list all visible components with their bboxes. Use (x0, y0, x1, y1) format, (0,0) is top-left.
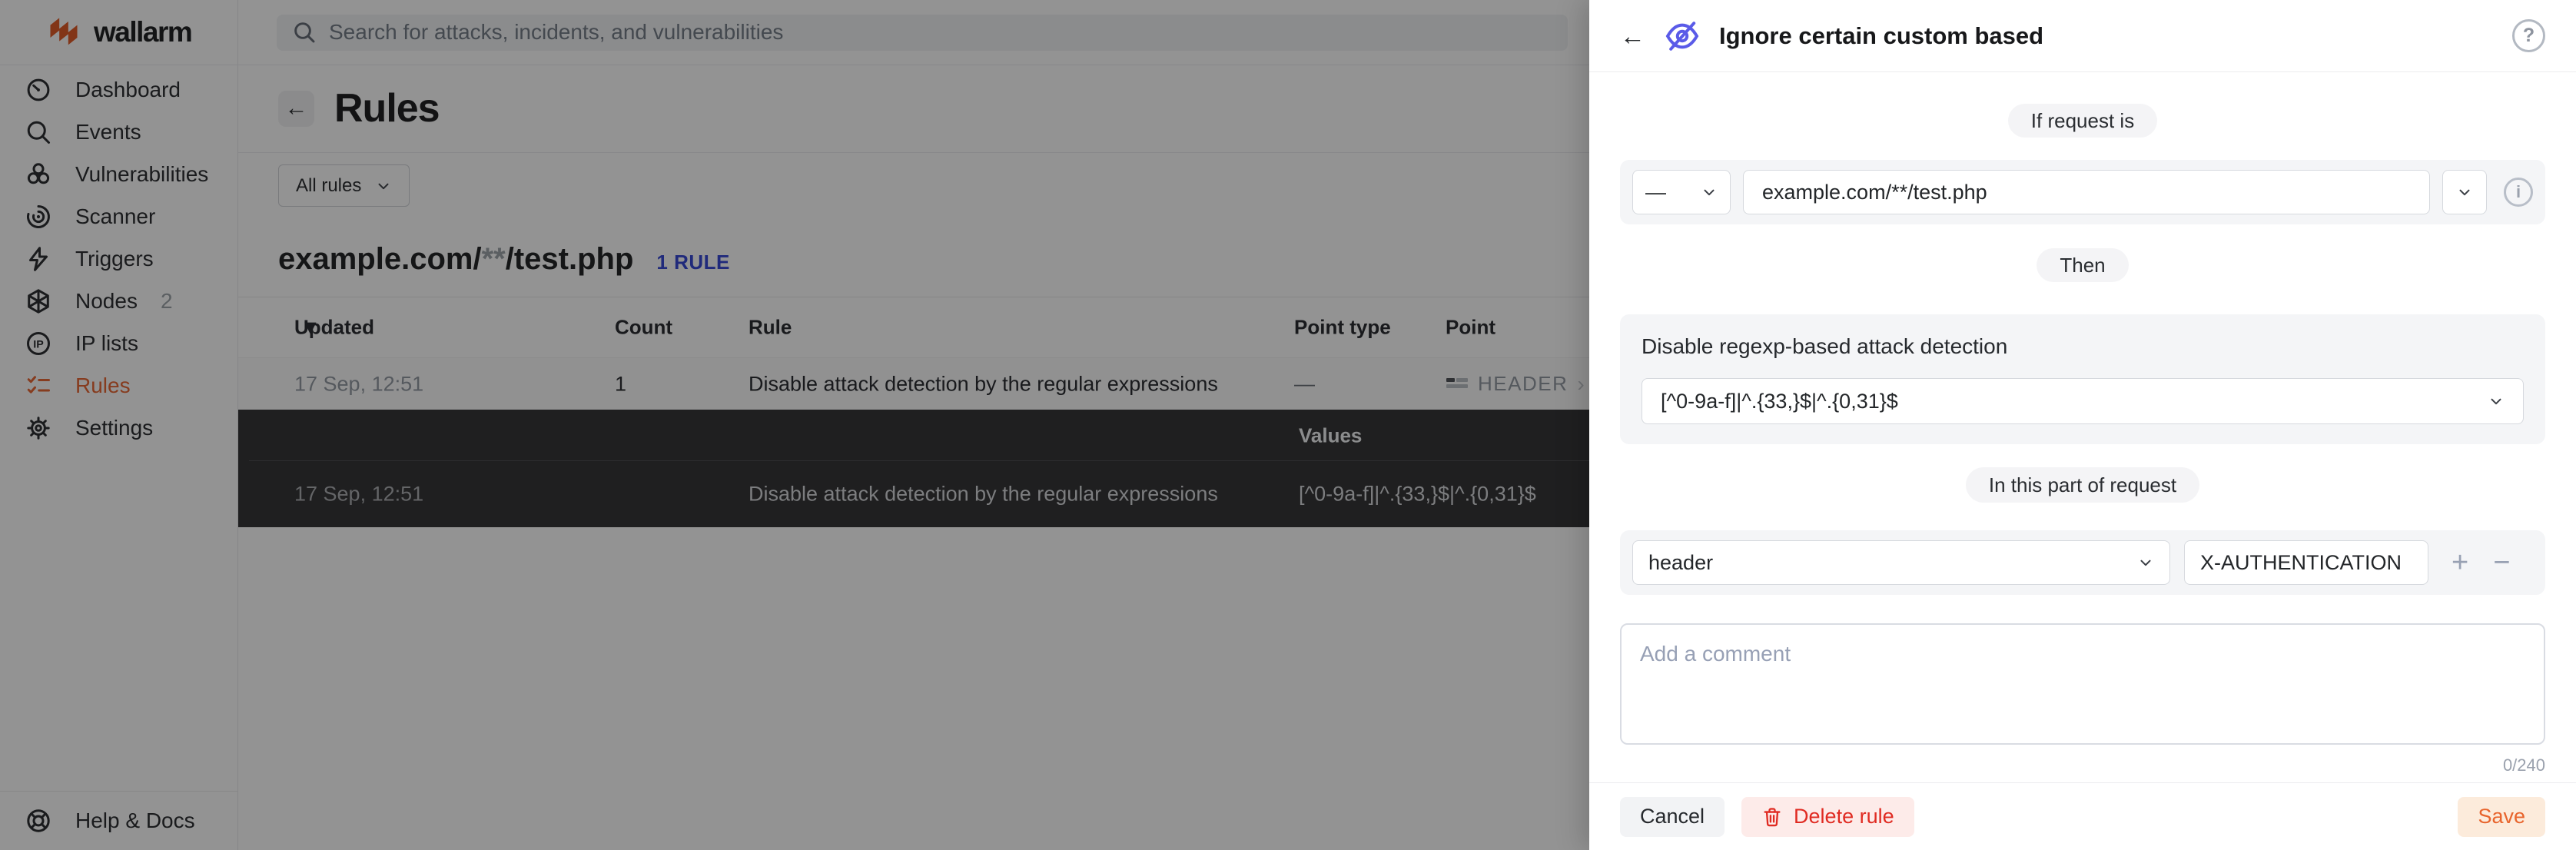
chevron-down-icon (2488, 393, 2505, 410)
trash-icon (1761, 806, 1783, 828)
action-card: Disable regexp-based attack detection [^… (1620, 314, 2545, 444)
rule-edit-panel: ← Ignore certain custom based ? If reque… (1589, 0, 2576, 850)
panel-body: If request is — i Then Disable regexp-ba… (1589, 72, 2576, 782)
help-icon[interactable]: ? (2512, 19, 2545, 52)
request-part-card: header + − (1620, 530, 2545, 595)
cancel-button[interactable]: Cancel (1620, 797, 1725, 837)
chevron-down-icon (1701, 184, 1718, 201)
part-type-value: header (1648, 551, 1713, 575)
section-chip-request-part: In this part of request (1966, 467, 2199, 503)
part-row-actions: + − (2452, 548, 2510, 577)
panel-header: ← Ignore certain custom based ? (1589, 0, 2576, 72)
remove-part-button[interactable]: − (2493, 548, 2510, 577)
condition-operator-select[interactable]: — (1632, 170, 1731, 214)
operator-value: — (1645, 181, 1666, 204)
comment-section: 0/240 (1620, 623, 2545, 775)
part-type-select[interactable]: header (1632, 540, 2170, 585)
chevron-down-icon (2137, 554, 2154, 571)
panel-title: Ignore certain custom based (1719, 22, 2043, 50)
section-chip-then: Then (2037, 248, 2128, 282)
delete-rule-button[interactable]: Delete rule (1741, 797, 1914, 837)
comment-char-counter: 0/240 (1620, 755, 2545, 775)
save-button[interactable]: Save (2458, 797, 2545, 837)
add-part-button[interactable]: + (2452, 548, 2468, 577)
regex-value: [^0-9a-f]|^.{33,}$|^.{0,31}$ (1661, 390, 1898, 413)
back-arrow-icon: ← (1620, 22, 1645, 50)
regex-select[interactable]: [^0-9a-f]|^.{33,}$|^.{0,31}$ (1642, 378, 2524, 424)
panel-footer: Cancel Delete rule Save (1589, 782, 2576, 850)
comment-textarea[interactable] (1620, 623, 2545, 745)
condition-add-select[interactable] (2442, 170, 2487, 214)
info-icon[interactable]: i (2504, 178, 2533, 207)
panel-back-button[interactable]: ← (1620, 23, 1645, 48)
action-label: Disable regexp-based attack detection (1642, 334, 2524, 359)
app-root: wallarm Dashboard Events Vulnerab (0, 0, 2576, 850)
part-name-field-wrap (2184, 540, 2428, 585)
uri-input[interactable] (1747, 181, 2426, 204)
condition-card: — i (1620, 160, 2545, 224)
part-name-input[interactable] (2185, 551, 2428, 575)
section-chip-if-request: If request is (2008, 104, 2157, 138)
uri-field-wrap (1743, 170, 2430, 214)
eye-off-icon (1664, 18, 1701, 55)
chevron-down-icon (2456, 184, 2473, 201)
delete-rule-label: Delete rule (1794, 805, 1894, 828)
